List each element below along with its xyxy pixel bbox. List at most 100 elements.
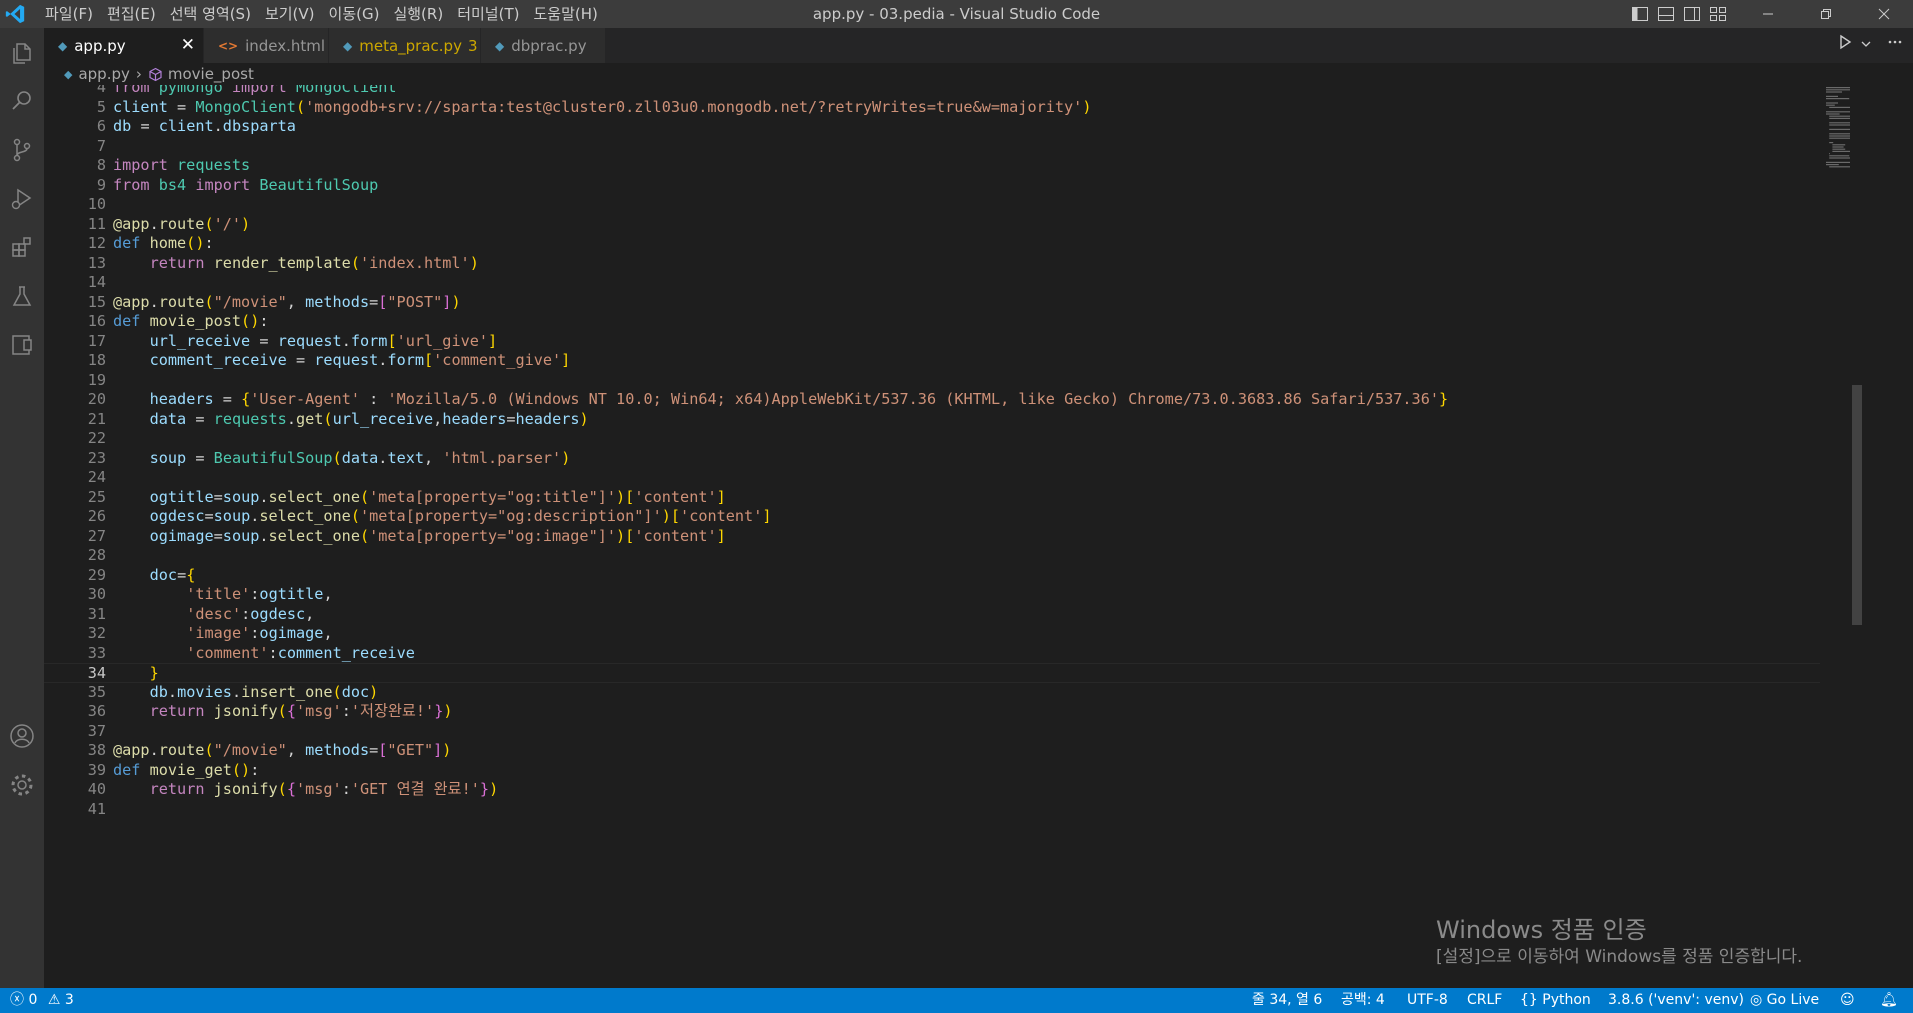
more-actions-button[interactable]	[1887, 34, 1903, 54]
line-number: 38	[87, 741, 106, 759]
problems-status[interactable]: ⓧ 0 ⚠ 3	[10, 988, 74, 1013]
code-text: ogtitle=soup.select_one('meta[property="…	[149, 487, 726, 506]
testing-button[interactable]	[6, 281, 38, 313]
code-line[interactable]: 4 from pymongo import MongoClient	[44, 85, 1820, 98]
code-editor[interactable]: 4 from pymongo import MongoClient 5 client …	[44, 85, 1864, 988]
manage-button[interactable]	[6, 769, 38, 801]
code-line[interactable]: 32 'image':ogimage,	[44, 624, 1820, 644]
close-icon[interactable]: ✕	[181, 36, 195, 54]
menu-item[interactable]: 선택 영역(S)	[163, 0, 258, 28]
menu-item[interactable]: 편집(E)	[100, 0, 163, 28]
minimize-icon	[1763, 13, 1773, 15]
restore-button[interactable]	[1797, 0, 1855, 28]
indentation-status[interactable]: 공백: 4	[1341, 988, 1385, 1013]
toggle-panel-icon[interactable]	[1656, 4, 1676, 24]
code-line[interactable]: 30 'title':ogtitle,	[44, 585, 1820, 605]
code-line[interactable]: 35 db.movies.insert_one(doc)	[44, 683, 1820, 703]
line-number: 17	[87, 331, 106, 350]
code-line[interactable]: 17 url_receive = request.form['url_give'…	[44, 332, 1820, 352]
code-line[interactable]: 19	[44, 371, 1820, 391]
code-line[interactable]: 33 'comment':comment_receive	[44, 644, 1820, 664]
code-line[interactable]: 25 ogtitle=soup.select_one('meta[propert…	[44, 488, 1820, 508]
code-line[interactable]: 40 return jsonify({'msg':'GET 연결 완료!'})	[44, 780, 1820, 800]
code-line[interactable]: 38 @app.route("/movie", methods=["GET"])	[44, 741, 1820, 761]
code-line[interactable]: 6 db = client.dbsparta	[44, 117, 1820, 137]
run-python-file-button[interactable]	[1837, 34, 1853, 54]
source-control-icon	[13, 138, 31, 162]
code-line[interactable]: 29 doc={	[44, 566, 1820, 586]
menu-item[interactable]: 터미널(T)	[450, 0, 526, 28]
code-line[interactable]: 27 ogimage=soup.select_one('meta[propert…	[44, 527, 1820, 547]
toggle-primary-sidebar-icon[interactable]	[1630, 4, 1650, 24]
close-window-button[interactable]	[1855, 0, 1913, 28]
cursor-position[interactable]: 줄 34, 열 6	[1252, 988, 1322, 1013]
code-line[interactable]: 10	[44, 195, 1820, 215]
code-line[interactable]: 14	[44, 273, 1820, 293]
menu-item[interactable]: 보기(V)	[258, 0, 322, 28]
tab-app-py[interactable]: ◆ app.py ✕	[44, 28, 204, 63]
code-line[interactable]: 7	[44, 137, 1820, 157]
line-number: 4	[96, 85, 106, 96]
code-line[interactable]: 9 from bs4 import BeautifulSoup	[44, 176, 1820, 196]
code-line[interactable]: 22	[44, 429, 1820, 449]
run-options-dropdown[interactable]	[1861, 35, 1871, 53]
go-live-button[interactable]: ◎ Go Live	[1750, 988, 1819, 1013]
code-line[interactable]: 36 return jsonify({'msg':'저장완료!'})	[44, 702, 1820, 722]
code-line[interactable]: 31 'desc':ogdesc,	[44, 605, 1820, 625]
code-line[interactable]: 13 return render_template('index.html')	[44, 254, 1820, 274]
source-control-button[interactable]	[6, 134, 38, 166]
code-line[interactable]: 15 @app.route("/movie", methods=["POST"])	[44, 293, 1820, 313]
toggle-secondary-sidebar-icon[interactable]	[1682, 4, 1702, 24]
tab-index-html[interactable]: <> index.html	[204, 28, 329, 63]
minimize-button[interactable]	[1739, 0, 1797, 28]
code-line[interactable]: 18 comment_receive = request.form['comme…	[44, 351, 1820, 371]
search-button[interactable]	[6, 85, 38, 117]
accounts-button[interactable]	[6, 720, 38, 752]
code-line[interactable]: 34 }	[44, 663, 1820, 683]
breadcrumb-file[interactable]: app.py	[78, 65, 129, 83]
menu-item[interactable]: 파일(F)	[38, 0, 100, 28]
code-line[interactable]: 20 headers = {'User-Agent' : 'Mozilla/5.…	[44, 390, 1820, 410]
line-number: 26	[87, 507, 106, 525]
code-line[interactable]: 41	[44, 800, 1820, 820]
code-line[interactable]: 8 import requests	[44, 156, 1820, 176]
code-line[interactable]: 21 data = requests.get(url_receive,heade…	[44, 410, 1820, 430]
minimap-line	[1832, 146, 1844, 148]
extensions-button[interactable]	[6, 232, 38, 264]
scrollbar-thumb[interactable]	[1852, 385, 1862, 625]
menu-item[interactable]: 이동(G)	[322, 0, 387, 28]
encoding-status[interactable]: UTF-8	[1407, 988, 1448, 1013]
explorer-button[interactable]	[6, 37, 38, 69]
menu-item[interactable]: 실행(R)	[386, 0, 450, 28]
remote-explorer-button[interactable]	[6, 329, 38, 361]
run-debug-button[interactable]	[6, 183, 38, 215]
chevron-down-icon	[1861, 41, 1871, 47]
eol-status[interactable]: CRLF	[1467, 988, 1502, 1013]
python-icon: ◆	[343, 38, 353, 53]
code-line[interactable]: 23 soup = BeautifulSoup(data.text, 'html…	[44, 449, 1820, 469]
code-text: import requests	[113, 156, 251, 174]
extensions-icon	[12, 237, 31, 257]
code-line[interactable]: 11 @app.route('/')	[44, 215, 1820, 235]
menu-item[interactable]: 도움말(H)	[526, 0, 604, 28]
code-line[interactable]: 24	[44, 468, 1820, 488]
code-line[interactable]: 26 ogdesc=soup.select_one('meta[property…	[44, 507, 1820, 527]
tab-dbprac-py[interactable]: ◆ dbprac.py	[481, 28, 606, 63]
bell-icon: 🔔︎	[1880, 992, 1898, 1008]
code-line[interactable]: 39 def movie_get():	[44, 761, 1820, 781]
customize-layout-icon[interactable]	[1708, 4, 1728, 24]
python-interpreter[interactable]: 3.8.6 ('venv': venv)	[1608, 988, 1744, 1013]
code-line[interactable]: 28	[44, 546, 1820, 566]
code-line[interactable]: 5 client = MongoClient('mongodb+srv://spa…	[44, 98, 1820, 118]
files-icon	[13, 43, 31, 64]
code-text: def home():	[113, 234, 214, 252]
vertical-scrollbar[interactable]	[1850, 85, 1864, 988]
code-line[interactable]: 37	[44, 722, 1820, 742]
code-line[interactable]: 12 def home():	[44, 234, 1820, 254]
language-mode[interactable]: {} Python	[1520, 988, 1591, 1013]
tab-meta-prac-py[interactable]: ◆ meta_prac.py 3	[329, 28, 481, 63]
code-line[interactable]: 16 def movie_post():	[44, 312, 1820, 332]
feedback-button[interactable]: ☺	[1840, 988, 1855, 1013]
notifications-button[interactable]: 🔔︎	[1880, 988, 1898, 1013]
breadcrumb-symbol[interactable]: movie_post	[168, 65, 254, 83]
